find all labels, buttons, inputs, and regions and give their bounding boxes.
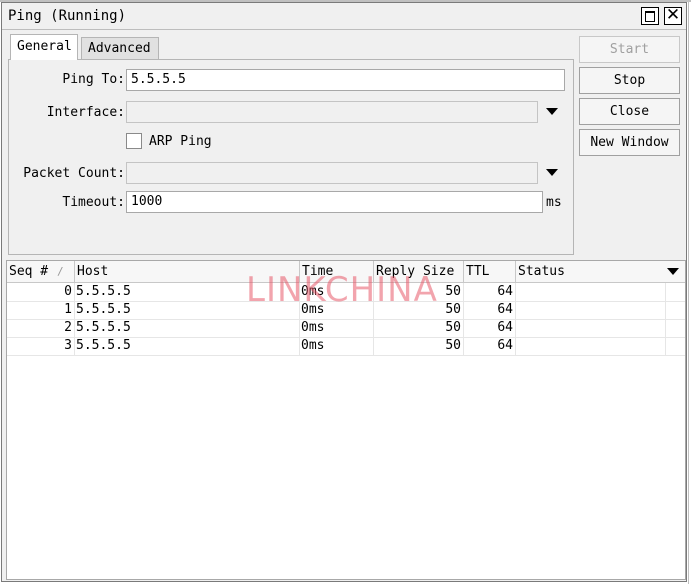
start-button[interactable]: Start [579,36,680,63]
cell-status [516,319,666,337]
chevron-down-icon[interactable] [546,108,558,115]
cell-reply-size: 50 [374,319,464,337]
cell-host: 5.5.5.5 [75,283,300,301]
cell-seq: 0 [7,283,75,301]
stop-button[interactable]: Stop [579,67,680,94]
tab-advanced[interactable]: Advanced [81,37,159,59]
timeout-label: Timeout: [62,195,125,210]
cell-reply-size: 50 [374,337,464,355]
cell-host: 5.5.5.5 [75,319,300,337]
interface-select[interactable] [126,101,538,123]
column-header-time[interactable]: Time [300,261,374,282]
column-header-status[interactable]: Status [516,261,666,282]
results-table: Seq # / Host Time Reply Size TTL Status … [6,260,686,580]
cell-ttl: 64 [464,319,516,337]
new-window-button[interactable]: New Window [579,129,680,156]
column-header-host[interactable]: Host [75,261,300,282]
column-menu-icon[interactable] [667,268,679,275]
cell-ttl: 64 [464,337,516,355]
background-divider [688,0,689,584]
column-header-ttl[interactable]: TTL [464,261,516,282]
cell-reply-size: 50 [374,301,464,319]
cell-time: 0ms [300,319,374,337]
column-header-label: Seq # [9,264,49,279]
ping-to-input[interactable]: 5.5.5.5 [126,69,565,91]
table-row[interactable]: 1 5.5.5.5 0ms 50 64 [7,301,685,320]
column-header-reply-size[interactable]: Reply Size [374,261,464,282]
arp-ping-checkbox[interactable] [126,133,142,149]
cell-time: 0ms [300,283,374,301]
cell-status [516,301,666,319]
timeout-input[interactable]: 1000 [126,191,543,213]
sort-indicator-icon: / [57,265,64,278]
maximize-icon[interactable] [641,7,659,25]
packet-count-select[interactable] [126,162,538,184]
ping-to-label: Ping To: [62,72,125,87]
cell-time: 0ms [300,337,374,355]
cell-time: 0ms [300,301,374,319]
table-row[interactable]: 2 5.5.5.5 0ms 50 64 [7,319,685,338]
window-title: Ping (Running) [8,8,127,24]
cell-seq: 1 [7,301,75,319]
cell-status [516,337,666,355]
cell-ttl: 64 [464,283,516,301]
column-header-seq[interactable]: Seq # / [7,261,75,282]
cell-host: 5.5.5.5 [75,337,300,355]
table-row[interactable]: 0 5.5.5.5 0ms 50 64 [7,283,685,302]
cell-seq: 2 [7,319,75,337]
arp-ping-label: ARP Ping [149,134,212,149]
cell-host: 5.5.5.5 [75,301,300,319]
close-icon[interactable]: ✕ [664,7,682,25]
packet-count-label: Packet Count: [23,166,125,181]
cell-status [516,283,666,301]
timeout-unit: ms [546,195,562,210]
general-panel: Ping To: 5.5.5.5 Interface: ARP Ping Pac… [8,59,574,255]
title-bar[interactable]: Ping (Running) ✕ [2,3,686,30]
table-header: Seq # / Host Time Reply Size TTL Status [7,261,685,283]
table-row[interactable]: 3 5.5.5.5 0ms 50 64 [7,337,685,356]
close-button[interactable]: Close [579,98,680,125]
interface-label: Interface: [46,105,125,120]
cell-reply-size: 50 [374,283,464,301]
chevron-down-icon[interactable] [546,169,558,176]
tab-general[interactable]: General [10,34,78,60]
cell-ttl: 64 [464,301,516,319]
cell-seq: 3 [7,337,75,355]
